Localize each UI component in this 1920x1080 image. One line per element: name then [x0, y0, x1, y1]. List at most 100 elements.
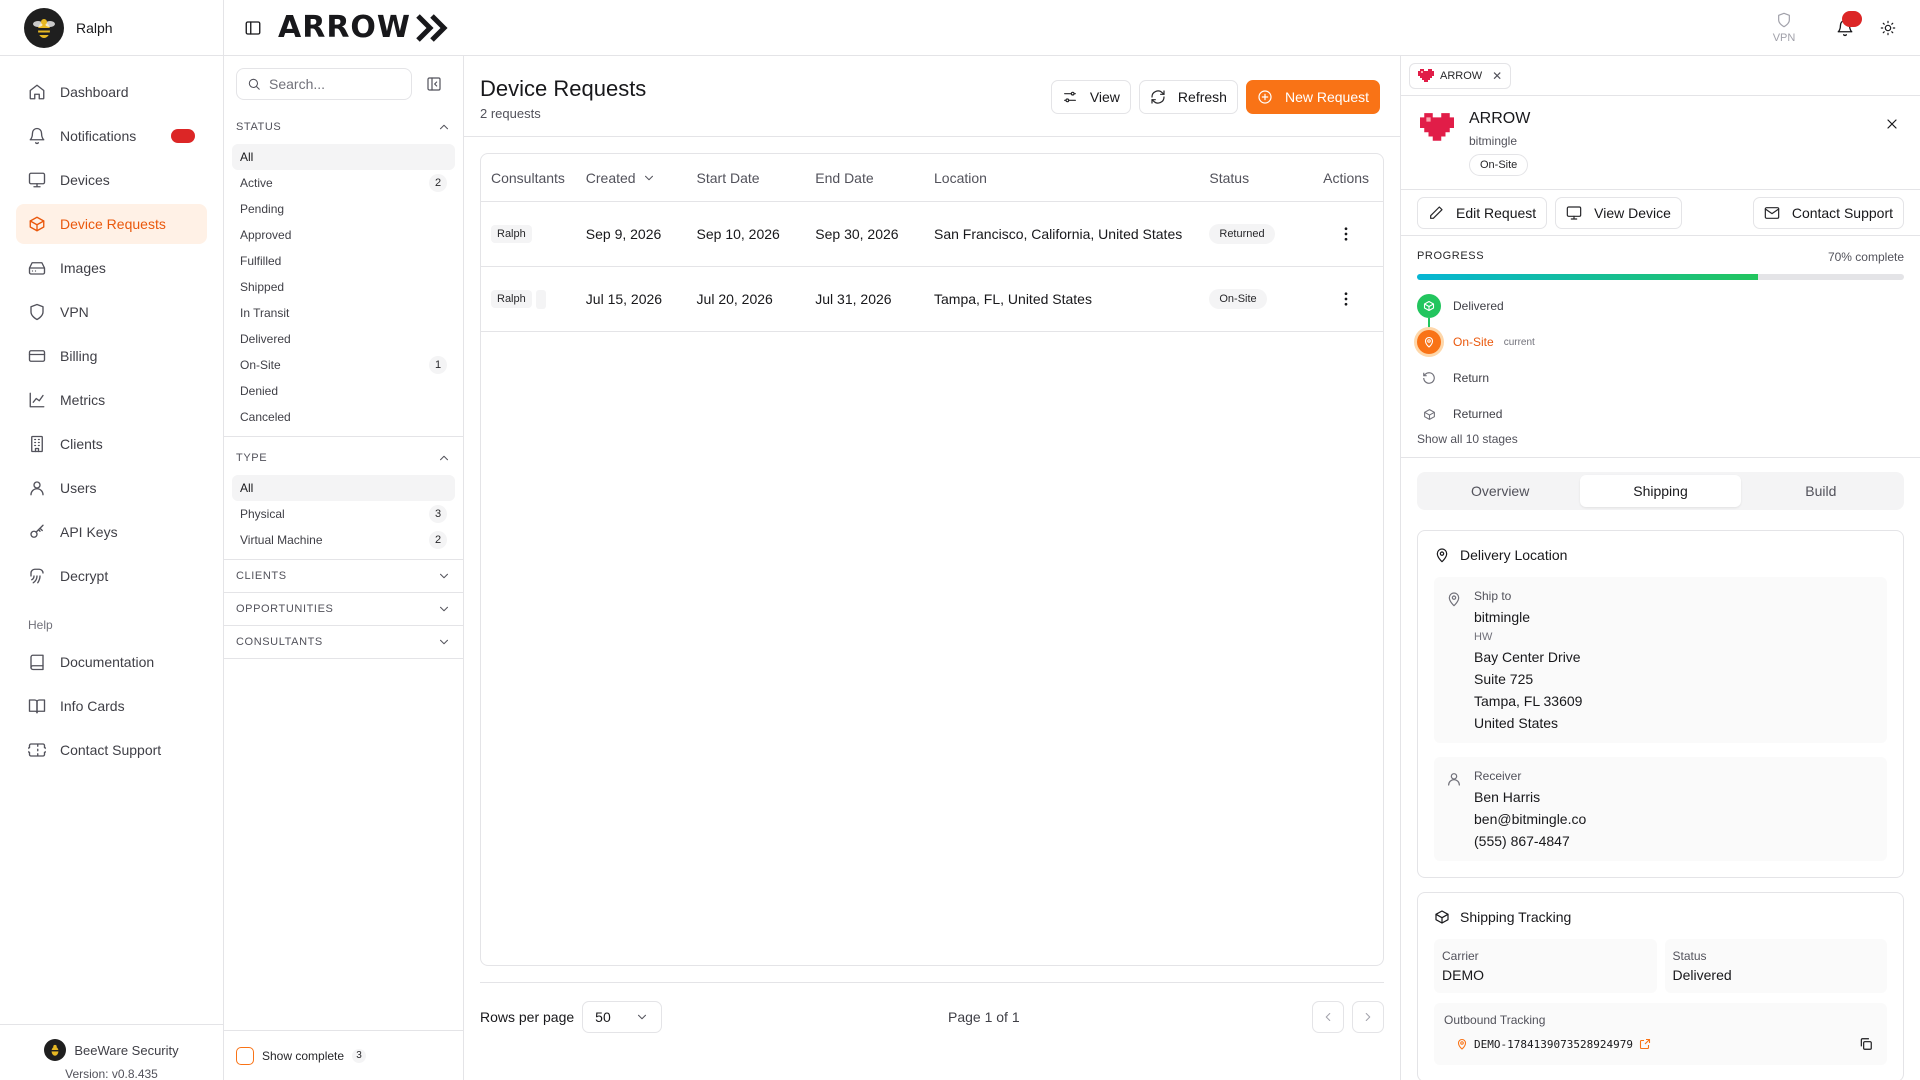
- close-panel-button[interactable]: [1884, 116, 1900, 132]
- chevron-down-icon: [439, 606, 449, 612]
- column-header-location[interactable]: Location: [934, 170, 1209, 186]
- pagination: Rows per page 50 Page 1 of 1: [480, 1000, 1384, 1034]
- view-device-button[interactable]: View Device: [1555, 196, 1682, 229]
- status-filter-option[interactable]: Fulfilled: [232, 248, 455, 274]
- status-filter-option[interactable]: Delivered: [232, 326, 455, 352]
- table-row[interactable]: Ralph Jul 15, 2026 Jul 20, 2026 Jul 31, …: [481, 267, 1383, 332]
- open-request-chip[interactable]: ARROW ✕: [1409, 62, 1512, 89]
- theme-toggle-button[interactable]: [1880, 20, 1896, 36]
- sidebar-item-label: Contact Support: [60, 742, 162, 758]
- search-input[interactable]: [269, 76, 399, 92]
- sidebar-item-users[interactable]: Users: [16, 468, 207, 508]
- status-filter-option[interactable]: On-Site 1: [232, 352, 455, 378]
- status-filter-option[interactable]: Approved: [232, 222, 455, 248]
- tab-shipping[interactable]: Shipping: [1580, 475, 1741, 507]
- ship-status-label: Status: [1672, 949, 1707, 963]
- type-filter-header[interactable]: TYPE: [224, 441, 463, 475]
- column-header-consultants[interactable]: Consultants: [481, 170, 586, 186]
- table-row[interactable]: Ralph Sep 9, 2026 Sep 10, 2026 Sep 30, 2…: [481, 202, 1383, 267]
- sidebar-item-images[interactable]: Images: [16, 248, 207, 288]
- sidebar-item-clients[interactable]: Clients: [16, 424, 207, 464]
- row-actions-button[interactable]: [1309, 290, 1383, 308]
- sidebar-item-contact-support[interactable]: Contact Support: [16, 730, 207, 770]
- status-filter-option[interactable]: In Transit: [232, 300, 455, 326]
- brand-logo: ARROW: [278, 10, 449, 45]
- address-country: United States: [1474, 715, 1559, 731]
- search-field[interactable]: [236, 68, 412, 100]
- column-header-end-date[interactable]: End Date: [815, 170, 934, 186]
- shield-icon: [30, 303, 44, 321]
- sidebar-item-billing[interactable]: Billing: [16, 336, 207, 376]
- column-header-status[interactable]: Status: [1209, 170, 1309, 186]
- status-filter-option[interactable]: Shipped: [232, 274, 455, 300]
- column-header-start-date[interactable]: Start Date: [697, 170, 816, 186]
- bee-logo-icon[interactable]: [24, 7, 64, 48]
- sidebar-item-info-cards[interactable]: Info Cards: [16, 686, 207, 726]
- vpn-label: VPN: [1772, 32, 1796, 44]
- contact-support-button[interactable]: Contact Support: [1752, 196, 1904, 229]
- tab-build[interactable]: Build: [1741, 475, 1901, 507]
- outbound-tracking-code[interactable]: DEMO-1784139073528924979: [1474, 1038, 1633, 1051]
- sidebar-item-vpn[interactable]: VPN: [16, 292, 207, 332]
- status-filter-option[interactable]: Canceled: [232, 404, 455, 430]
- pencil-icon: [1430, 205, 1443, 219]
- consultants-filter-header[interactable]: CONSULTANTS: [224, 626, 463, 659]
- previous-page-button[interactable]: [1312, 1001, 1344, 1033]
- sidebar-item-documentation[interactable]: Documentation: [16, 642, 207, 682]
- type-filter-option[interactable]: All: [232, 475, 455, 501]
- sidebar-item-decrypt[interactable]: Decrypt: [16, 556, 207, 596]
- opportunities-filter-title: OPPORTUNITIES: [236, 603, 334, 615]
- rows-per-page-select[interactable]: 50: [582, 1001, 663, 1033]
- clients-filter-header[interactable]: CLIENTS: [224, 560, 463, 593]
- sidebar-item-api-keys[interactable]: API Keys: [16, 512, 207, 552]
- detail-tabs: Overview Shipping Build: [1417, 472, 1904, 510]
- view-options-button[interactable]: View: [1050, 80, 1131, 114]
- sidebar-item-devices[interactable]: Devices: [16, 160, 207, 200]
- sidebar-item-notifications[interactable]: Notifications: [16, 116, 207, 156]
- status-filter-option[interactable]: All: [232, 144, 455, 170]
- type-filter-option[interactable]: Physical 3: [232, 501, 455, 527]
- column-header-created[interactable]: Created: [586, 170, 697, 186]
- sidebar-item-label: Clients: [60, 436, 103, 452]
- sidebar-item-label: Decrypt: [60, 568, 109, 584]
- map-pin-icon: [1448, 592, 1460, 607]
- type-filter-option[interactable]: Virtual Machine 2: [232, 527, 455, 553]
- sidebar-item-metrics[interactable]: Metrics: [16, 380, 207, 420]
- new-request-button[interactable]: New Request: [1245, 80, 1380, 114]
- sidebar-item-dashboard[interactable]: Dashboard: [16, 72, 207, 112]
- sidebar-item-device-requests[interactable]: Device Requests: [16, 204, 207, 244]
- edit-request-button[interactable]: Edit Request: [1417, 196, 1548, 229]
- close-icon[interactable]: ✕: [1492, 69, 1502, 83]
- status-filter-option[interactable]: Denied: [232, 378, 455, 404]
- show-all-stages-link[interactable]: Show all 10 stages: [1417, 432, 1904, 446]
- refresh-button[interactable]: Refresh: [1138, 80, 1238, 114]
- tab-overview[interactable]: Overview: [1420, 475, 1580, 507]
- monitor-icon: [1566, 205, 1582, 220]
- stage-list: Delivered On-Site current Return Returne…: [1417, 288, 1904, 432]
- show-complete-toggle[interactable]: Show complete 3: [224, 1030, 463, 1080]
- double-chevron-icon: [416, 13, 448, 42]
- sidebar-toggle-icon[interactable]: [244, 19, 262, 37]
- vpn-status[interactable]: VPN: [1764, 12, 1804, 44]
- status-filter-header[interactable]: STATUS: [224, 110, 463, 144]
- more-vertical-icon: [1344, 227, 1348, 241]
- column-header-label: Created: [585, 169, 636, 186]
- show-complete-checkbox[interactable]: [236, 1046, 254, 1065]
- notifications-button[interactable]: [1836, 11, 1862, 37]
- sidebar-user-name[interactable]: Ralph: [76, 20, 113, 36]
- header-divider: [464, 136, 1400, 137]
- sidebar-item-label: Metrics: [60, 392, 106, 408]
- row-actions-button[interactable]: [1309, 225, 1383, 243]
- status-filter-option[interactable]: Pending: [232, 196, 455, 222]
- panel-collapse-icon[interactable]: [426, 76, 442, 92]
- opportunities-filter-header[interactable]: OPPORTUNITIES: [224, 593, 463, 626]
- copy-icon[interactable]: [1859, 1037, 1873, 1051]
- org-switcher[interactable]: BeeWare Security: [0, 1039, 223, 1061]
- status-cell: Returned: [1209, 224, 1309, 244]
- type-filter-title: TYPE: [236, 452, 268, 464]
- external-link-icon[interactable]: [1639, 1038, 1651, 1050]
- pixel-heart-icon: [1420, 113, 1454, 141]
- status-filter-option[interactable]: Active 2: [232, 170, 455, 196]
- next-page-button[interactable]: [1352, 1001, 1384, 1033]
- sidebar-item-label: Billing: [60, 348, 98, 364]
